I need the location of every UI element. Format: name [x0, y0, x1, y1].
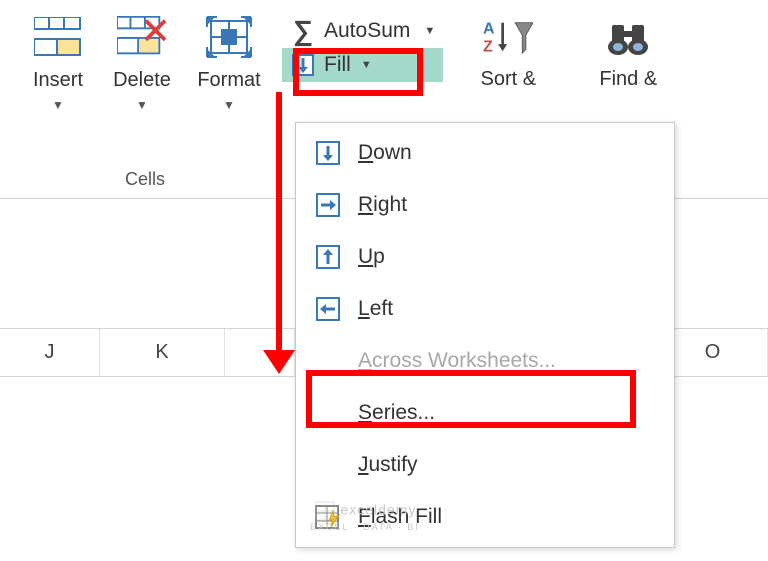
dropdown-indicator: ▼ [223, 98, 235, 112]
cells-group-label: Cells [18, 169, 272, 190]
menu-label: Right [358, 193, 407, 217]
menu-label: Across Worksheets... [358, 349, 556, 373]
format-button[interactable]: Format ▼ [186, 14, 272, 112]
menu-item-justify[interactable]: Justify [296, 439, 674, 491]
insert-button[interactable]: Insert ▼ [18, 14, 98, 112]
menu-item-up[interactable]: Up [296, 231, 674, 283]
fill-label: Fill [324, 53, 351, 77]
spacer [314, 347, 342, 375]
watermark-sub: EXCEL · DATA · BI [310, 522, 420, 532]
sort-find-group: A Z Sort & [463, 0, 673, 91]
menu-item-series[interactable]: Series... [296, 387, 674, 439]
arrow-right-icon [314, 191, 342, 219]
find-label: Find & [599, 68, 657, 91]
arrow-left-icon [314, 295, 342, 323]
column-header-k[interactable]: K [100, 329, 225, 376]
menu-item-down[interactable]: Down [296, 127, 674, 179]
svg-text:A: A [483, 19, 495, 37]
fill-down-icon [290, 52, 316, 78]
menu-label: Series... [358, 401, 435, 425]
dropdown-indicator: ▼ [52, 98, 64, 112]
autosum-button[interactable]: ∑ AutoSum ▼ [282, 14, 443, 48]
delete-cells-icon [117, 14, 167, 60]
sort-filter-icon: A Z [483, 14, 533, 60]
delete-label: Delete [113, 68, 171, 92]
menu-item-across: Across Worksheets... [296, 335, 674, 387]
menu-label: Down [358, 141, 412, 165]
spacer [314, 451, 342, 479]
menu-item-left[interactable]: Left [296, 283, 674, 335]
cells-group: Insert ▼ Delete ▼ [18, 0, 272, 200]
menu-label: Left [358, 297, 393, 321]
annotation-arrow-head [263, 350, 295, 374]
annotation-arrow-line [276, 92, 282, 358]
find-select-button[interactable]: Find & [583, 14, 673, 91]
insert-cells-icon [33, 14, 83, 60]
format-cells-icon [204, 14, 254, 60]
insert-label: Insert [33, 68, 83, 92]
arrow-up-icon [314, 243, 342, 271]
dropdown-indicator: ▼ [424, 25, 435, 37]
dropdown-indicator: ▼ [136, 98, 148, 112]
menu-label: Up [358, 245, 385, 269]
svg-text:Z: Z [483, 37, 493, 55]
format-label: Format [197, 68, 260, 92]
fill-menu: Down Right Up Left Across Worksheets... … [295, 122, 675, 548]
column-header-j[interactable]: J [0, 329, 100, 376]
dropdown-indicator: ▼ [361, 59, 372, 71]
menu-item-right[interactable]: Right [296, 179, 674, 231]
menu-label: Justify [358, 453, 418, 477]
arrow-down-icon [314, 139, 342, 167]
sort-filter-button[interactable]: A Z Sort & [463, 14, 553, 91]
autosum-label: AutoSum [324, 19, 410, 43]
watermark-text: exceldemy [340, 502, 416, 518]
sort-label: Sort & [480, 68, 536, 91]
editing-column: ∑ AutoSum ▼ Fill ▼ [282, 0, 443, 82]
watermark: exceldemy EXCEL · DATA · BI [310, 500, 420, 532]
binoculars-icon [603, 14, 653, 60]
fill-button[interactable]: Fill ▼ [282, 48, 443, 82]
sigma-icon: ∑ [290, 18, 316, 44]
delete-button[interactable]: Delete ▼ [102, 14, 182, 112]
spacer [314, 399, 342, 427]
